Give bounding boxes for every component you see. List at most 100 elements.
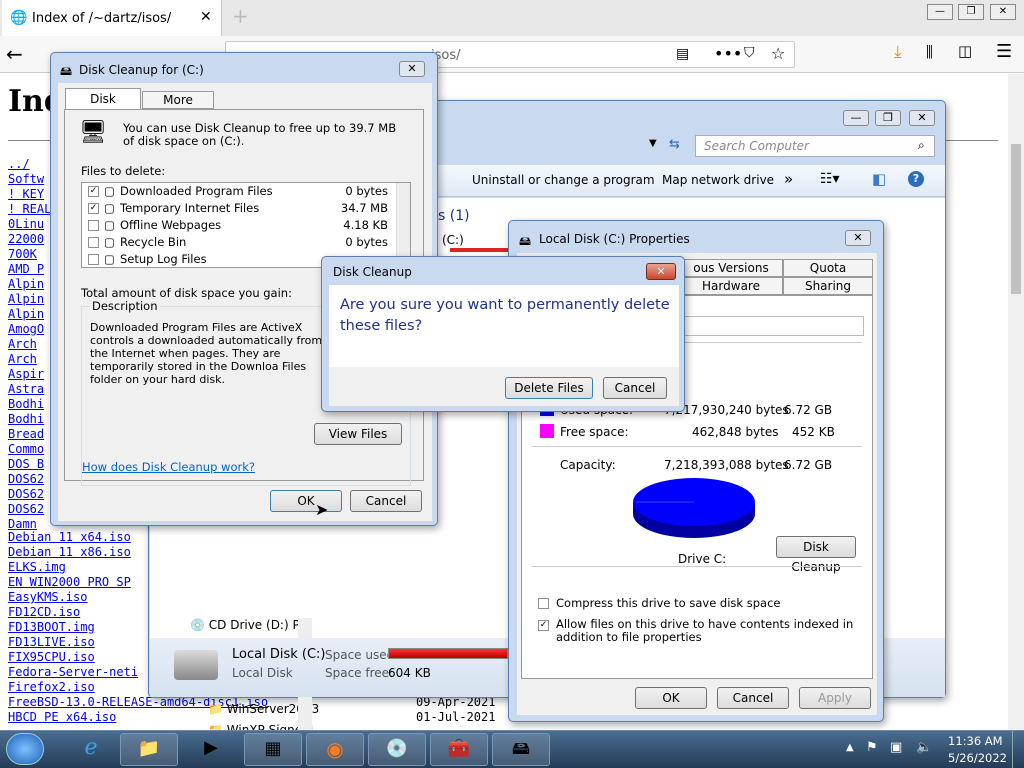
ie-icon[interactable]: ℯ [62,733,120,766]
listing-row[interactable]: Arch [8,352,51,367]
pocket-icon[interactable]: ⛉ [744,45,755,61]
file-link[interactable]: Firefox2.iso [8,680,95,694]
flag-icon[interactable]: ⚑ [866,740,878,755]
more-icon[interactable]: ••• [714,44,742,63]
files-list-scrollbar[interactable] [396,183,410,267]
listing-row[interactable]: Aspir [8,367,51,382]
tray-arrow-icon[interactable]: ▲ [846,742,854,753]
properties-apply-button[interactable]: Apply [799,687,871,709]
download-icon[interactable]: ⤓ [894,42,902,62]
properties-ok-button[interactable]: OK [635,687,707,709]
close-button[interactable]: ✕ [990,4,1016,20]
cleanup-ok-button[interactable]: OK [270,490,342,512]
disk-cleanup-button[interactable]: Disk Cleanup [776,536,856,574]
firefox-icon[interactable]: ◉ [306,733,364,766]
listing-row[interactable]: Alpin [8,277,51,292]
back-icon[interactable]: ← [6,42,23,66]
index-checkbox[interactable]: ✓ [538,620,549,631]
file-category-checkbox[interactable] [88,220,99,231]
tab-sharing[interactable]: Sharing [783,277,873,295]
drive-taskbar-icon[interactable]: 🖴 [492,733,550,766]
listing-row[interactable]: DOS B [8,457,51,472]
listing-row[interactable]: DOS62 [8,487,51,502]
listing-row[interactable]: Bread [8,427,51,442]
start-button[interactable] [6,733,44,765]
parent-link[interactable]: ../ [8,157,30,171]
listing-row[interactable]: 22000 [8,232,51,247]
show-desktop-button[interactable] [1012,731,1024,768]
minimize-button[interactable]: — [927,4,953,20]
listing-row[interactable]: Arch [8,337,51,352]
drive-label[interactable]: (C:) [442,233,464,247]
preview-pane-icon[interactable]: ◧ [872,170,886,188]
cleanup-close[interactable]: ✕ [399,61,425,77]
listing-row[interactable]: 700K [8,247,51,262]
refresh-icon[interactable]: ⇆ [669,137,680,152]
file-category-checkbox[interactable] [88,237,99,248]
tab-more-options[interactable]: More Options [142,91,214,123]
file-category-row[interactable]: ▢ Recycle Bin 0 bytes [82,234,410,251]
tab-disk-cleanup[interactable]: Disk Cleanup [65,88,141,126]
more-commands-button[interactable]: » [784,170,793,188]
file-link[interactable]: FIX95CPU.iso [8,650,95,664]
clock-date[interactable]: 5/26/2022 [948,751,1007,765]
tab-previous-versions[interactable]: ous Versions [679,259,783,277]
tab-quota[interactable]: Quota [783,259,873,277]
file-category-checkbox[interactable] [88,254,99,265]
file-category-checkbox[interactable]: ✓ [88,186,99,197]
listing-row[interactable]: 0Linu [8,217,51,232]
clock-time[interactable]: 11:36 AM [948,734,1003,748]
view-files-button[interactable]: View Files [314,423,402,445]
properties-cancel-button[interactable]: Cancel [717,687,789,709]
listing-row[interactable]: ! KEY [8,187,51,202]
library-icon[interactable]: ⫼ [926,43,933,61]
file-link[interactable]: Fedora-Server-neti [8,665,138,679]
listing-row[interactable]: Astra [8,382,51,397]
listing-row[interactable]: Commo [8,442,51,457]
how-cleanup-link[interactable]: How does Disk Cleanup work? [82,460,255,474]
network-icon[interactable]: ▣ [890,740,902,755]
tab-hardware[interactable]: Hardware [679,277,783,295]
listing-row[interactable]: Bodhi [8,412,51,427]
view-icon[interactable]: ☷▾ [820,171,840,187]
file-link[interactable]: HBCD PE x64.iso [8,710,116,724]
explorer-taskbar-icon[interactable]: 📁 [120,733,178,766]
cleanup-cancel-button[interactable]: Cancel [350,490,422,512]
listing-row[interactable]: DOS62 [8,502,51,517]
file-link[interactable]: ELKS.img [8,560,66,574]
listing-row[interactable]: Alpin [8,307,51,322]
help-icon[interactable]: ? [908,171,924,187]
reader-icon[interactable]: ▤ [676,46,689,62]
menu-icon[interactable]: ☰ [996,41,1012,62]
volume-icon[interactable]: 🔈 [916,740,932,755]
file-link[interactable]: FD13BOOT.img [8,620,95,634]
file-link[interactable]: Debian 11 x86.iso [8,545,131,559]
properties-close[interactable]: ✕ [845,230,871,246]
file-link[interactable]: Debian 11 x64.iso [8,530,131,544]
control-panel-icon[interactable]: ▦ [244,733,302,766]
file-category-row[interactable]: ✓ ▢ Downloaded Program Files 0 bytes [82,183,410,200]
listing-row[interactable]: ! REAL [8,202,51,217]
explorer-close[interactable]: ✕ [909,110,935,126]
listing-row[interactable]: Bodhi [8,397,51,412]
toolbox-icon[interactable]: 🧰 [430,733,488,766]
compress-checkbox[interactable] [538,598,549,609]
delete-files-button[interactable]: Delete Files [505,377,593,399]
listing-row[interactable]: AMD P [8,262,51,277]
browser-tab[interactable]: 🌐 Index of /~dartz/isos/ ✕ [2,0,222,36]
bookmark-star-icon[interactable]: ☆ [771,44,785,63]
file-category-checkbox[interactable]: ✓ [88,203,99,214]
maximize-button[interactable]: ❐ [958,4,984,20]
disk-cleanup-taskbar-icon[interactable]: 💿 [368,733,426,766]
sidebar-icon[interactable]: ◫ [958,42,972,60]
uninstall-button[interactable]: Uninstall or change a program [472,173,655,187]
file-link[interactable]: EN WIN2000 PRO SP [8,575,131,589]
explorer-min[interactable]: — [843,110,869,126]
listing-row[interactable]: AmogO [8,322,51,337]
new-tab-button[interactable]: + [232,4,249,28]
file-link[interactable]: FD13LIVE.iso [8,635,95,649]
search-input[interactable]: Search Computer ⌕ [695,135,935,157]
listing-row[interactable]: DOS62 [8,472,51,487]
confirm-cancel-button[interactable]: Cancel [603,377,667,399]
tab-close-icon[interactable]: ✕ [200,9,212,25]
